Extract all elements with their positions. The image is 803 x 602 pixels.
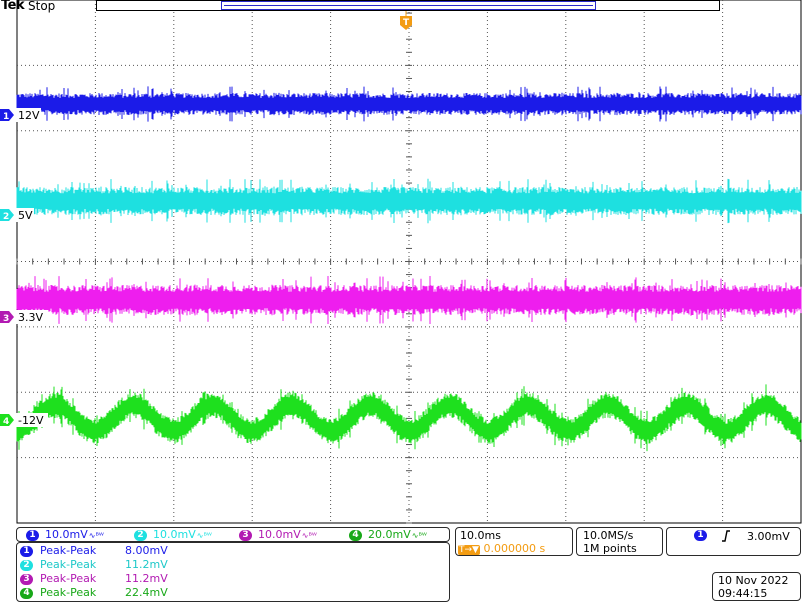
ch4-marker-number: 4 <box>3 417 9 427</box>
ch1-scale[interactable]: 1 10.0mV∿ᴮᵂ <box>26 528 104 542</box>
trigger-level: 3.00mV <box>747 530 790 543</box>
record-length: 1M points <box>583 542 637 555</box>
time-scale: 10.0ms <box>460 529 501 542</box>
ch2-marker-number: 2 <box>3 212 9 222</box>
bandwidth-limit-icon: ∿ᴮᵂ <box>301 531 317 540</box>
bandwidth-limit-icon: ∿ᴮᵂ <box>411 531 427 540</box>
sample-rate: 10.0MS/s <box>583 529 634 542</box>
acquisition-info[interactable]: 10.0MS/s 1M points <box>576 527 663 556</box>
ch2-badge: 2 <box>134 529 147 541</box>
rising-edge-icon <box>722 530 730 542</box>
ch4-scale[interactable]: 4 20.0mV∿ᴮᵂ <box>349 528 427 542</box>
ch3-scale[interactable]: 3 10.0mV∿ᴮᵂ <box>239 528 317 542</box>
ch2-label: 5V <box>18 209 33 222</box>
measurements-panel[interactable]: 1 Peak-Peak 8.00mV 2 Peak-Peak 11.2mV 3 … <box>16 542 450 602</box>
trigger-delay: T→▼ 0.000000 s <box>458 542 546 555</box>
vertical-scale-bar[interactable]: 1 10.0mV∿ᴮᵂ 2 10.0mV∿ᴮᵂ 3 10.0mV∿ᴮᵂ 4 20.0mV… <box>16 527 450 542</box>
ch4-label: -12V <box>18 414 44 427</box>
measurement-ch3[interactable]: 3 Peak-Peak 11.2mV <box>20 572 168 586</box>
record-view-window[interactable] <box>221 1 596 10</box>
measurement-ch4[interactable]: 4 Peak-Peak 22.4mV <box>20 586 168 600</box>
acquisition-status: Stop <box>28 0 56 13</box>
trigger-info[interactable]: 1 3.00mV <box>666 527 801 556</box>
trigger-marker-label: T <box>403 18 410 28</box>
brand-logo: Tek <box>1 0 25 13</box>
date: 10 Nov 2022 <box>718 574 789 587</box>
measurement-ch2[interactable]: 2 Peak-Peak 11.2mV <box>20 558 168 572</box>
ch2-scale[interactable]: 2 10.0mV∿ᴮᵂ <box>134 528 212 542</box>
datetime-box: 10 Nov 2022 09:44:15 <box>712 572 801 601</box>
ch1-label: 12V <box>18 109 40 122</box>
time: 09:44:15 <box>718 587 768 600</box>
graticule <box>16 0 802 524</box>
ch3-label: 3.3V <box>18 311 43 324</box>
bandwidth-limit-icon: ∿ᴮᵂ <box>88 531 104 540</box>
ch4-badge: 4 <box>349 529 362 541</box>
ch1-badge: 1 <box>26 529 39 541</box>
trigger-delay-icon: T→▼ <box>458 545 480 555</box>
bandwidth-limit-icon: ∿ᴮᵂ <box>196 531 212 540</box>
measurement-ch1[interactable]: 1 Peak-Peak 8.00mV <box>20 544 168 558</box>
ch3-badge: 3 <box>239 529 252 541</box>
waveform-display: 1 12V 2 5V 3 3.3V 4 -12V T <box>0 0 802 524</box>
ch3-marker-number: 3 <box>3 314 9 324</box>
trigger-source-badge: 1 <box>694 530 707 541</box>
top-status-bar: Tek Stop <box>0 0 803 14</box>
ch1-marker-number: 1 <box>3 112 9 122</box>
horizontal-timebase[interactable]: 10.0ms T→▼ 0.000000 s <box>455 527 573 556</box>
